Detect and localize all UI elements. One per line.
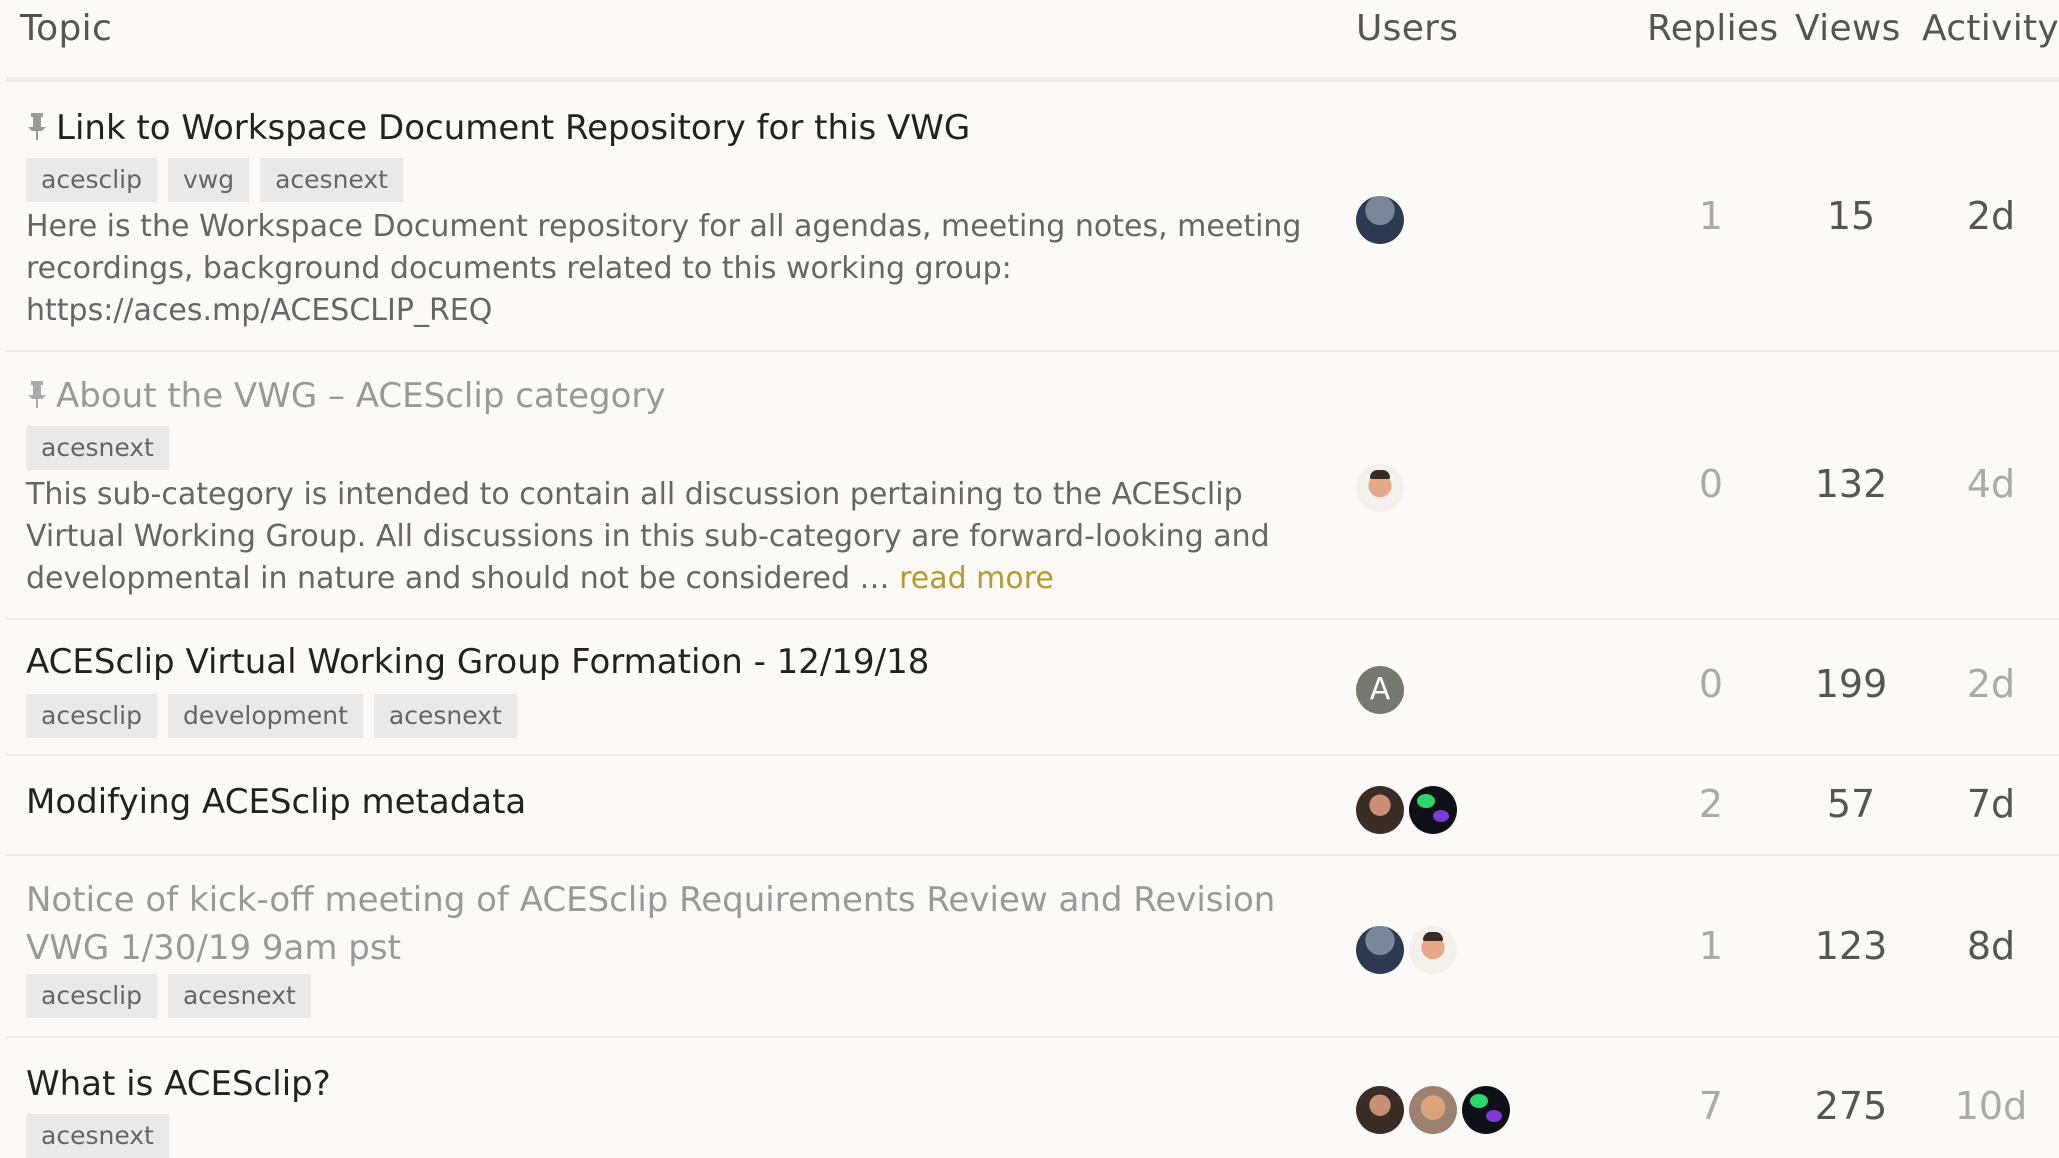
topic-row: ACESclip Virtual Working Group Formation… (6, 620, 2059, 756)
tag-acesnext[interactable]: acesnext (26, 1114, 169, 1158)
replies-count: 7 (1698, 1084, 1724, 1128)
topic-excerpt-text: This sub-category is intended to contain… (26, 477, 1270, 596)
topic-users (1356, 1086, 1515, 1136)
topic-title-text: About the VWG – ACESclip category (56, 376, 666, 416)
user-avatar[interactable] (1462, 1086, 1510, 1134)
views-count: 57 (1826, 782, 1876, 826)
topic-tags: acesnext (26, 426, 180, 470)
replies-count: 0 (1698, 662, 1724, 706)
topic-tags: acesclip vwg acesnext (26, 158, 414, 202)
topic-row: Link to Workspace Document Repository fo… (6, 82, 2059, 352)
topic-list-header: Topic Users Replies Views Activity (0, 0, 2059, 82)
views-count: 123 (1814, 924, 1888, 968)
topic-row: Notice of kick-off meeting of ACESclip R… (6, 856, 2059, 1038)
topic-users (1356, 196, 1409, 246)
tag-acesclip[interactable]: acesclip (26, 974, 157, 1018)
tag-vwg[interactable]: vwg (167, 158, 250, 202)
topic-users (1356, 786, 1462, 836)
header-replies[interactable]: Replies (1647, 8, 1778, 49)
user-avatar[interactable] (1356, 926, 1404, 974)
header-topic[interactable]: Topic (20, 8, 112, 49)
tag-acesnext[interactable]: acesnext (26, 426, 169, 470)
topic-title-link[interactable]: What is ACESclip? (26, 1064, 331, 1104)
topic-excerpt: Here is the Workspace Document repositor… (26, 209, 1302, 328)
activity-time[interactable]: 8d (1926, 924, 2056, 968)
tag-acesnext[interactable]: acesnext (167, 974, 311, 1018)
activity-time[interactable]: 2d (1926, 662, 2056, 706)
user-avatar[interactable] (1356, 196, 1404, 244)
user-avatar[interactable] (1356, 1086, 1404, 1134)
user-avatar[interactable] (1356, 464, 1404, 512)
topic-users (1356, 464, 1409, 514)
views-count: 15 (1826, 194, 1876, 238)
replies-count: 0 (1698, 462, 1724, 506)
tag-acesclip[interactable]: acesclip (26, 158, 157, 202)
header-users: Users (1356, 8, 1459, 49)
replies-count: 1 (1698, 924, 1724, 968)
activity-time[interactable]: 7d (1926, 782, 2056, 826)
topic-row: About the VWG – ACESclip category acesne… (6, 352, 2059, 620)
user-avatar[interactable] (1409, 786, 1457, 834)
pin-icon (28, 381, 46, 408)
replies-count: 2 (1698, 782, 1724, 826)
topic-title-link[interactable]: Notice of kick-off meeting of ACESclip R… (26, 876, 1286, 972)
topic-title-link[interactable]: Link to Workspace Document Repository fo… (26, 108, 970, 148)
topic-row: Modifying ACESclip metadata 2 57 7d (6, 756, 2059, 856)
views-count: 132 (1814, 462, 1888, 506)
read-more-link[interactable]: read more (899, 561, 1054, 596)
topic-excerpt: This sub-category is intended to contain… (26, 474, 1326, 600)
topic-row: What is ACESclip? acesnext 7 275 10d (6, 1038, 2059, 1158)
topic-list: Topic Users Replies Views Activity Link … (0, 0, 2059, 1158)
topic-users: A (1356, 666, 1409, 716)
activity-time[interactable]: 10d (1926, 1084, 2056, 1128)
topic-title-link[interactable]: About the VWG – ACESclip category (26, 376, 665, 416)
topic-title-link[interactable]: ACESclip Virtual Working Group Formation… (26, 642, 929, 682)
topic-title-text: Link to Workspace Document Repository fo… (56, 108, 971, 148)
header-activity[interactable]: Activity (1922, 8, 2059, 49)
views-count: 275 (1814, 1084, 1888, 1128)
header-views[interactable]: Views (1795, 8, 1901, 49)
views-count: 199 (1814, 662, 1888, 706)
user-avatar[interactable]: A (1356, 666, 1404, 714)
topic-tags: acesclip acesnext (26, 974, 322, 1018)
topic-tags: acesclip development acesnext (26, 694, 528, 738)
tag-acesnext[interactable]: acesnext (373, 694, 517, 738)
tag-development[interactable]: development (167, 694, 363, 738)
topic-tags: acesnext (26, 1114, 180, 1158)
tag-acesnext[interactable]: acesnext (260, 158, 403, 202)
activity-time[interactable]: 4d (1926, 462, 2056, 506)
replies-count: 1 (1698, 194, 1724, 238)
topic-title-link[interactable]: Modifying ACESclip metadata (26, 782, 526, 822)
user-avatar[interactable] (1356, 786, 1404, 834)
topic-users (1356, 926, 1462, 976)
user-avatar[interactable] (1409, 1086, 1457, 1134)
tag-acesclip[interactable]: acesclip (26, 694, 157, 738)
user-avatar[interactable] (1409, 926, 1457, 974)
pin-icon (28, 113, 46, 140)
activity-time[interactable]: 2d (1926, 194, 2056, 238)
